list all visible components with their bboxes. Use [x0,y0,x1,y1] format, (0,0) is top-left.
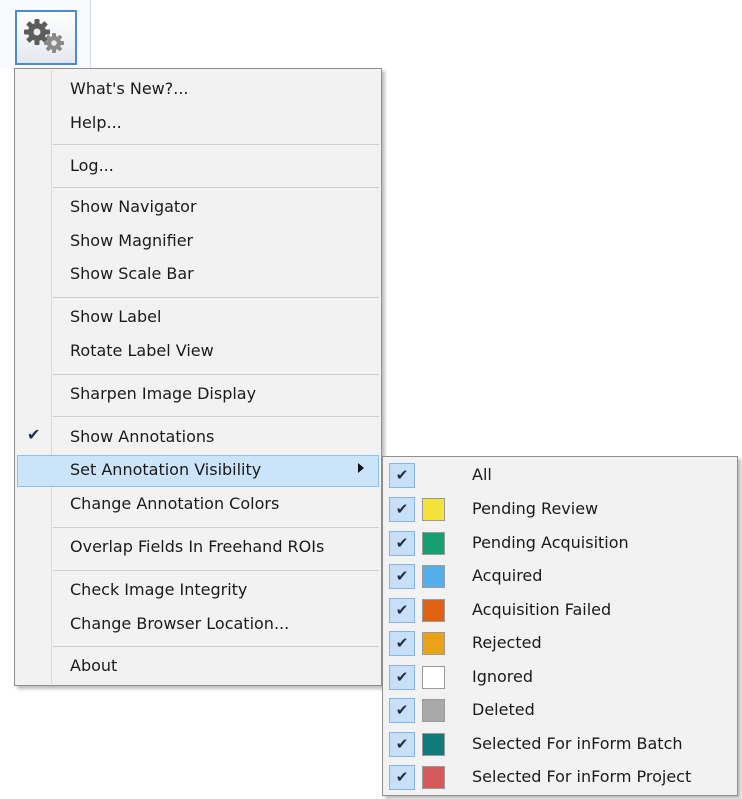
settings-menu: What's New?... Help... Log... Show Navig… [14,68,382,686]
check-icon: ✔ [389,732,415,757]
menu-item-label: Help... [70,113,122,132]
menu-item-overlap-fields[interactable]: Overlap Fields In Freehand ROIs [17,532,379,564]
visibility-item-label: Pending Review [472,499,599,518]
menu-separator [53,297,379,298]
menu-item-change-annotation-colors[interactable]: Change Annotation Colors [17,489,379,521]
visibility-item-label: Selected For inForm Project [472,767,692,786]
menu-separator [53,646,379,647]
check-icon: ✔ [389,765,415,790]
menu-item-label: Rotate Label View [70,341,214,360]
visibility-item-selected-inform-project[interactable]: ✔ Selected For inForm Project [385,761,735,794]
menu-item-help[interactable]: Help... [17,108,379,140]
visibility-item-label: Acquired [472,566,543,585]
check-icon: ✔ [389,631,415,656]
visibility-item-label: Acquisition Failed [472,600,612,619]
submenu-arrow-icon [358,463,364,473]
settings-button[interactable] [15,10,77,65]
visibility-item-acquired[interactable]: ✔ Acquired [385,560,735,593]
color-swatch [422,599,445,622]
check-icon: ✔ [389,698,415,723]
menu-separator [53,527,379,528]
menu-item-show-scale-bar[interactable]: Show Scale Bar [17,259,379,291]
check-icon: ✔ [389,497,415,522]
visibility-item-pending-acquisition[interactable]: ✔ Pending Acquisition [385,527,735,560]
menu-separator [53,144,379,145]
color-swatch [422,666,445,689]
menu-item-label: Check Image Integrity [70,580,248,599]
menu-item-show-navigator[interactable]: Show Navigator [17,192,379,224]
gears-icon [24,19,64,53]
annotation-visibility-submenu: ✔ All ✔ Pending Review ✔ Pending Acquisi… [382,456,738,796]
menu-item-whats-new[interactable]: What's New?... [17,74,379,106]
color-swatch [422,532,445,555]
menu-item-label: Show Navigator [70,197,197,216]
menu-separator [53,187,379,188]
color-swatch [422,498,445,521]
menu-item-label: Log... [70,156,114,175]
menu-item-label: Change Annotation Colors [70,494,280,513]
check-icon: ✔ [389,531,415,556]
visibility-item-label: Deleted [472,700,535,719]
color-swatch [422,766,445,789]
menu-item-about[interactable]: About [17,651,379,683]
visibility-item-ignored[interactable]: ✔ Ignored [385,661,735,694]
color-swatch [422,565,445,588]
visibility-item-label: Ignored [472,667,534,686]
menu-item-show-annotations[interactable]: ✔ Show Annotations [17,422,379,454]
visibility-item-label: Selected For inForm Batch [472,734,683,753]
menu-item-show-label[interactable]: Show Label [17,302,379,334]
visibility-item-label: Pending Acquisition [472,533,629,552]
menu-item-label: Sharpen Image Display [70,384,257,403]
menu-item-label: Show Scale Bar [70,264,194,283]
check-icon: ✔ [389,463,415,488]
menu-item-change-browser-location[interactable]: Change Browser Location... [17,609,379,641]
visibility-item-acquisition-failed[interactable]: ✔ Acquisition Failed [385,594,735,627]
visibility-item-rejected[interactable]: ✔ Rejected [385,627,735,660]
visibility-item-label: All [472,465,492,484]
menu-item-label: Change Browser Location... [70,614,290,633]
visibility-item-selected-inform-batch[interactable]: ✔ Selected For inForm Batch [385,728,735,761]
visibility-item-all[interactable]: ✔ All [385,459,735,492]
menu-separator [53,570,379,571]
check-icon: ✔ [389,598,415,623]
check-icon: ✔ [389,564,415,589]
menu-item-log[interactable]: Log... [17,151,379,183]
visibility-item-pending-review[interactable]: ✔ Pending Review [385,493,735,526]
menu-separator [53,374,379,375]
menu-separator [53,416,379,417]
color-swatch [422,733,445,756]
visibility-item-deleted[interactable]: ✔ Deleted [385,694,735,727]
menu-item-label: Set Annotation Visibility [70,460,262,479]
menu-item-set-annotation-visibility[interactable]: Set Annotation Visibility [17,455,379,487]
menu-item-label: Show Annotations [70,427,215,446]
menu-item-rotate-label-view[interactable]: Rotate Label View [17,336,379,368]
visibility-item-label: Rejected [472,633,542,652]
color-swatch [422,632,445,655]
color-swatch [422,699,445,722]
menu-item-label: Show Label [70,307,162,326]
check-icon: ✔ [27,425,41,444]
menu-item-label: Show Magnifier [70,231,194,250]
menu-item-label: About [70,656,118,675]
menu-item-label: What's New?... [70,79,189,98]
menu-item-show-magnifier[interactable]: Show Magnifier [17,226,379,258]
check-icon: ✔ [389,665,415,690]
menu-item-label: Overlap Fields In Freehand ROIs [70,537,325,556]
menu-item-check-image-integrity[interactable]: Check Image Integrity [17,575,379,607]
menu-item-sharpen-image-display[interactable]: Sharpen Image Display [17,379,379,411]
